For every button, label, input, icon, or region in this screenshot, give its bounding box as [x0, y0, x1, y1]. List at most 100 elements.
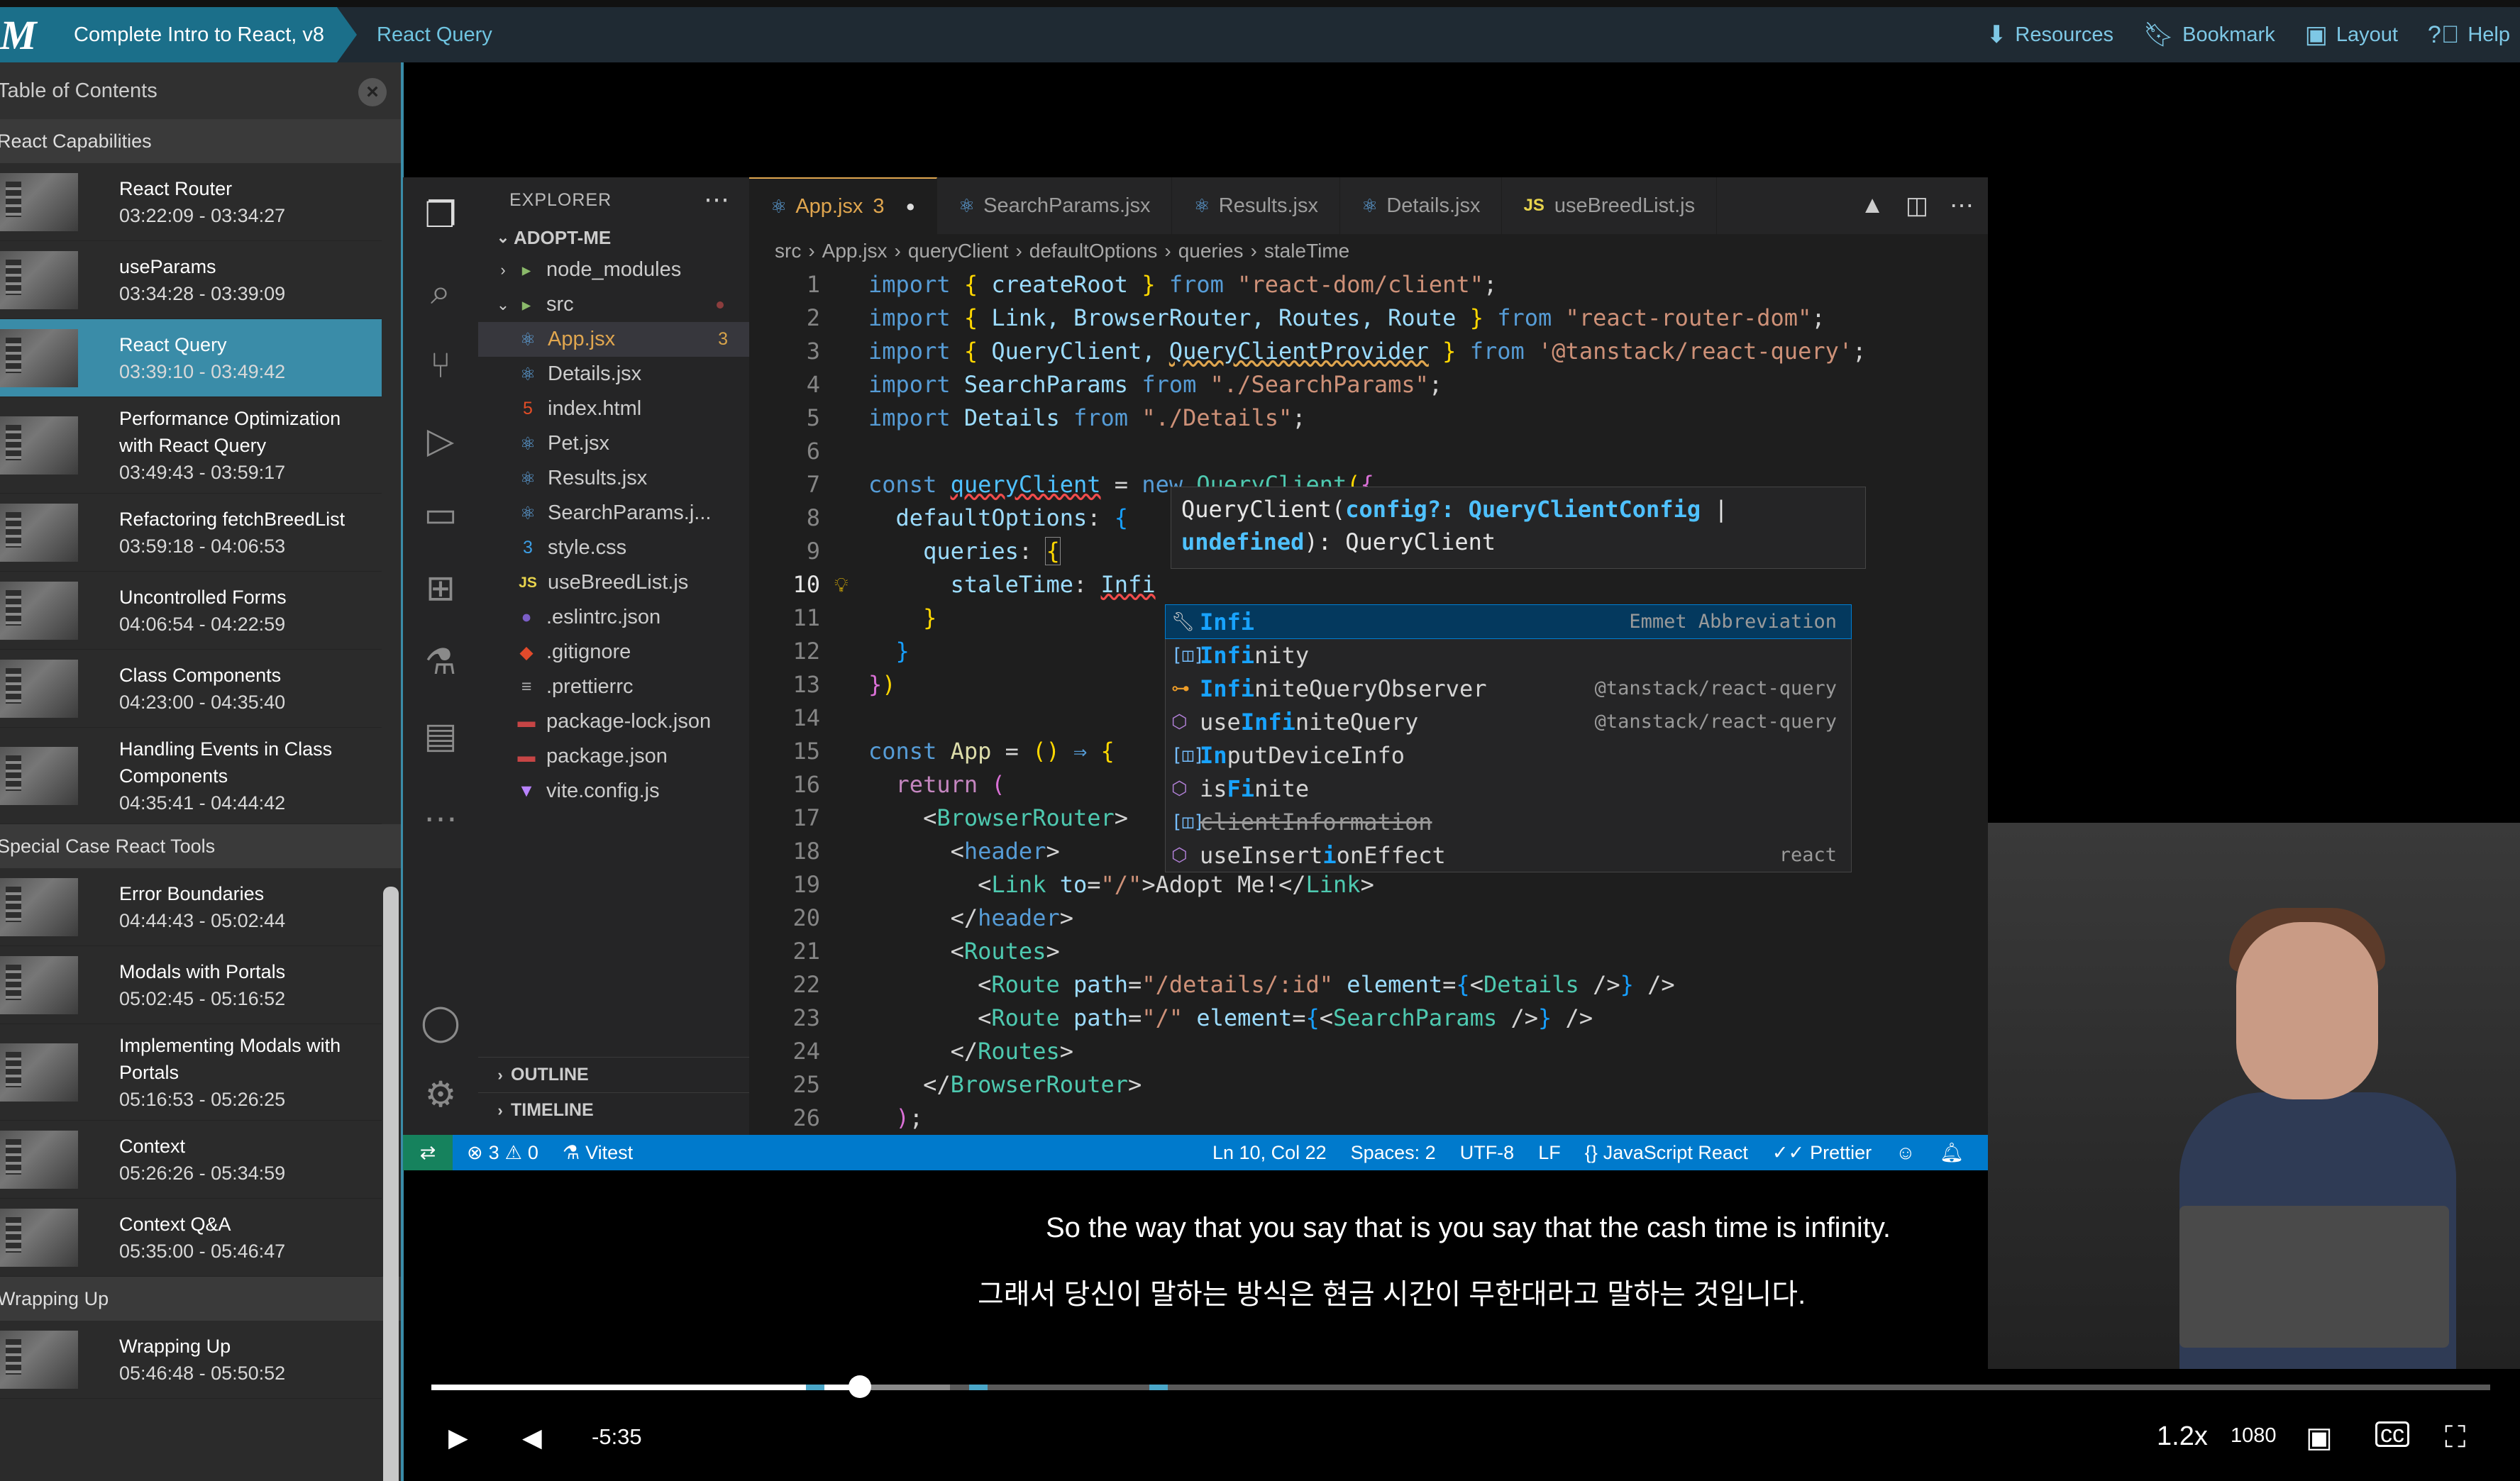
- bell-icon[interactable]: 🔔︎: [1940, 1141, 1964, 1164]
- editor-tab[interactable]: ⚛ App.jsx 3 ●: [749, 177, 937, 234]
- account-icon[interactable]: ◯: [419, 1000, 463, 1044]
- breadcrumb-item[interactable]: queries: [1178, 240, 1244, 262]
- file-npm-item[interactable]: ▬ package.json: [478, 739, 749, 774]
- more-icon[interactable]: ⋯: [1950, 192, 1974, 220]
- notebook-icon[interactable]: ▤: [419, 714, 463, 758]
- file-folder-item[interactable]: ⌄ ▸ src: [478, 287, 749, 322]
- encoding[interactable]: UTF-8: [1460, 1142, 1515, 1164]
- split-editor-icon[interactable]: ◫: [1906, 192, 1928, 220]
- suggestion-item[interactable]: ⬡ useInsertionEffect react: [1166, 838, 1851, 872]
- editor-tab[interactable]: ⚛ Details.jsx: [1340, 177, 1503, 234]
- files-icon[interactable]: ❐: [419, 193, 463, 237]
- quality-button[interactable]: 1080: [2231, 1424, 2277, 1448]
- toc-item[interactable]: useParams 03:34:28 - 03:39:09: [0, 241, 382, 319]
- search-icon[interactable]: ⌕: [419, 270, 463, 314]
- warning-triangle-icon[interactable]: ▲: [1860, 192, 1884, 220]
- progress-bar[interactable]: [431, 1375, 2490, 1398]
- suggestion-item[interactable]: [◫] InputDeviceInfo: [1166, 738, 1851, 772]
- feedback-icon[interactable]: ☺: [1896, 1142, 1916, 1164]
- file-npm-item[interactable]: ▬ package-lock.json: [478, 704, 749, 739]
- mute-icon[interactable]: ◀: [522, 1423, 542, 1453]
- suggestion-item[interactable]: [◫] Infinity: [1166, 638, 1851, 672]
- breadcrumb-course[interactable]: Complete Intro to React, v8: [71, 7, 357, 62]
- more-actions-icon[interactable]: ⋯: [704, 184, 729, 214]
- file-react-item[interactable]: ⚛ App.jsx 3: [478, 322, 749, 357]
- source-control-icon[interactable]: ⑂: [419, 343, 463, 387]
- closed-captions-icon[interactable]: cc: [2375, 1421, 2409, 1448]
- file-js-item[interactable]: JS useBreedList.js: [478, 565, 749, 600]
- file-css-item[interactable]: 3 style.css: [478, 531, 749, 565]
- file-prettier-item[interactable]: ≡ .prettierrc: [478, 670, 749, 704]
- toc-item[interactable]: Class Components 04:23:00 - 04:35:40: [0, 650, 382, 728]
- lightbulb-icon[interactable]: 💡︎: [834, 568, 849, 601]
- toc-item[interactable]: Context 05:26:26 - 05:34:59: [0, 1121, 382, 1199]
- toc-section-header[interactable]: Wrapping Up: [0, 1277, 401, 1321]
- toc-item[interactable]: Performance Optimization with React Quer…: [0, 397, 382, 494]
- cursor-position[interactable]: Ln 10, Col 22: [1212, 1142, 1327, 1164]
- layout-link[interactable]: ▣ Layout: [2305, 21, 2398, 49]
- progress-handle[interactable]: [848, 1375, 871, 1398]
- file-git-item[interactable]: ◆ .gitignore: [478, 635, 749, 670]
- breadcrumb-item[interactable]: queryClient: [908, 240, 1009, 262]
- suggestion-item[interactable]: ⬡ isFinite: [1166, 772, 1851, 805]
- file-html-item[interactable]: 5 index.html: [478, 392, 749, 426]
- problems-indicator[interactable]: ⊗ 3 ⚠ 0: [467, 1142, 538, 1164]
- settings-gear-icon[interactable]: ⚙: [419, 1072, 463, 1116]
- toc-item[interactable]: Modals with Portals 05:02:45 - 05:16:52: [0, 946, 382, 1024]
- toc-item[interactable]: Handling Events in Class Components 04:35…: [0, 728, 382, 824]
- toc-scrollbar[interactable]: [383, 887, 399, 1481]
- toc-item[interactable]: Refactoring fetchBreedList 03:59:18 - 04:…: [0, 494, 382, 572]
- toc-item[interactable]: React Query 03:39:10 - 03:49:42: [0, 319, 382, 397]
- breadcrumb-item[interactable]: App.jsx: [822, 240, 888, 262]
- outline-section[interactable]: › OUTLINE: [478, 1057, 749, 1092]
- testing-icon[interactable]: ⚗: [419, 640, 463, 684]
- suggestion-item[interactable]: ⊶ InfiniteQueryObserver @tanstack/react-qu…: [1166, 672, 1851, 705]
- timeline-section[interactable]: › TIMELINE: [478, 1092, 749, 1128]
- help-link[interactable]: ?⃝ Help: [2428, 21, 2510, 49]
- suggestion-item[interactable]: 🔧︎ Infi Emmet Abbreviation: [1165, 604, 1852, 639]
- play-icon[interactable]: ▶: [448, 1423, 468, 1453]
- playback-speed-button[interactable]: 1.2x: [2157, 1421, 2208, 1452]
- toc-section-header[interactable]: React Capabilities: [0, 119, 401, 163]
- toc-section-header[interactable]: Special Case React Tools: [0, 824, 401, 868]
- run-debug-icon[interactable]: ▷: [419, 418, 463, 462]
- file-react-item[interactable]: ⚛ Results.jsx: [478, 461, 749, 496]
- breadcrumb-item[interactable]: defaultOptions: [1029, 240, 1158, 262]
- remote-explorer-icon[interactable]: ▭: [419, 492, 463, 536]
- prettier-status[interactable]: ✓✓ Prettier: [1772, 1142, 1872, 1164]
- remote-indicator[interactable]: ⇄: [403, 1135, 453, 1170]
- more-icon[interactable]: …: [419, 787, 463, 831]
- bookmark-link[interactable]: 🔖︎ Bookmark: [2143, 21, 2275, 49]
- file-vite-item[interactable]: ▼ vite.config.js: [478, 774, 749, 809]
- editor-tab[interactable]: ⚛ Results.jsx: [1172, 177, 1340, 234]
- resources-link[interactable]: ⬇ Resources: [1986, 21, 2113, 49]
- file-eslint-item[interactable]: ● .eslintrc.json: [478, 600, 749, 635]
- file-folder-item[interactable]: › ▸ node_modules: [478, 253, 749, 287]
- language-mode[interactable]: {} JavaScript React: [1585, 1142, 1748, 1164]
- suggestion-item[interactable]: ⬡ useInfiniteQuery @tanstack/react-query: [1166, 705, 1851, 738]
- fullscreen-icon[interactable]: ⛶: [2445, 1420, 2465, 1455]
- indentation[interactable]: Spaces: 2: [1351, 1142, 1436, 1164]
- toc-item[interactable]: React Router 03:22:09 - 03:34:27: [0, 163, 382, 241]
- toc-close-button[interactable]: ×: [358, 78, 387, 106]
- extensions-icon[interactable]: ⊞: [419, 566, 463, 610]
- test-indicator[interactable]: ⚗ Vitest: [563, 1142, 633, 1164]
- file-react-item[interactable]: ⚛ SearchParams.j...: [478, 496, 749, 531]
- file-react-item[interactable]: ⚛ Pet.jsx: [478, 426, 749, 461]
- picture-in-picture-icon[interactable]: ▣: [2306, 1421, 2333, 1454]
- project-folder[interactable]: ⌄ ADOPT-ME: [478, 223, 749, 253]
- toc-item[interactable]: Context Q&A 05:35:00 - 05:46:47: [0, 1199, 382, 1277]
- suggestion-item[interactable]: [◫] clientInformation: [1166, 805, 1851, 838]
- breadcrumb-item[interactable]: src: [775, 240, 801, 262]
- file-react-item[interactable]: ⚛ Details.jsx: [478, 357, 749, 392]
- brand-logo[interactable]: M: [0, 7, 71, 62]
- editor-tab[interactable]: ⚛ SearchParams.jsx: [937, 177, 1173, 234]
- toc-item[interactable]: Uncontrolled Forms 04:06:54 - 04:22:59: [0, 572, 382, 650]
- toc-item[interactable]: Wrapping Up 05:46:48 - 05:50:52: [0, 1321, 382, 1399]
- breadcrumb-item[interactable]: staleTime: [1264, 240, 1349, 262]
- editor-tab[interactable]: JS useBreedList.js: [1502, 177, 1718, 234]
- line-ending[interactable]: LF: [1538, 1142, 1561, 1164]
- toc-item[interactable]: Error Boundaries 04:44:43 - 05:02:44: [0, 868, 382, 946]
- toc-item[interactable]: Implementing Modals with Portals 05:16:53…: [0, 1024, 382, 1121]
- unsaved-dot-icon[interactable]: ●: [906, 197, 915, 216]
